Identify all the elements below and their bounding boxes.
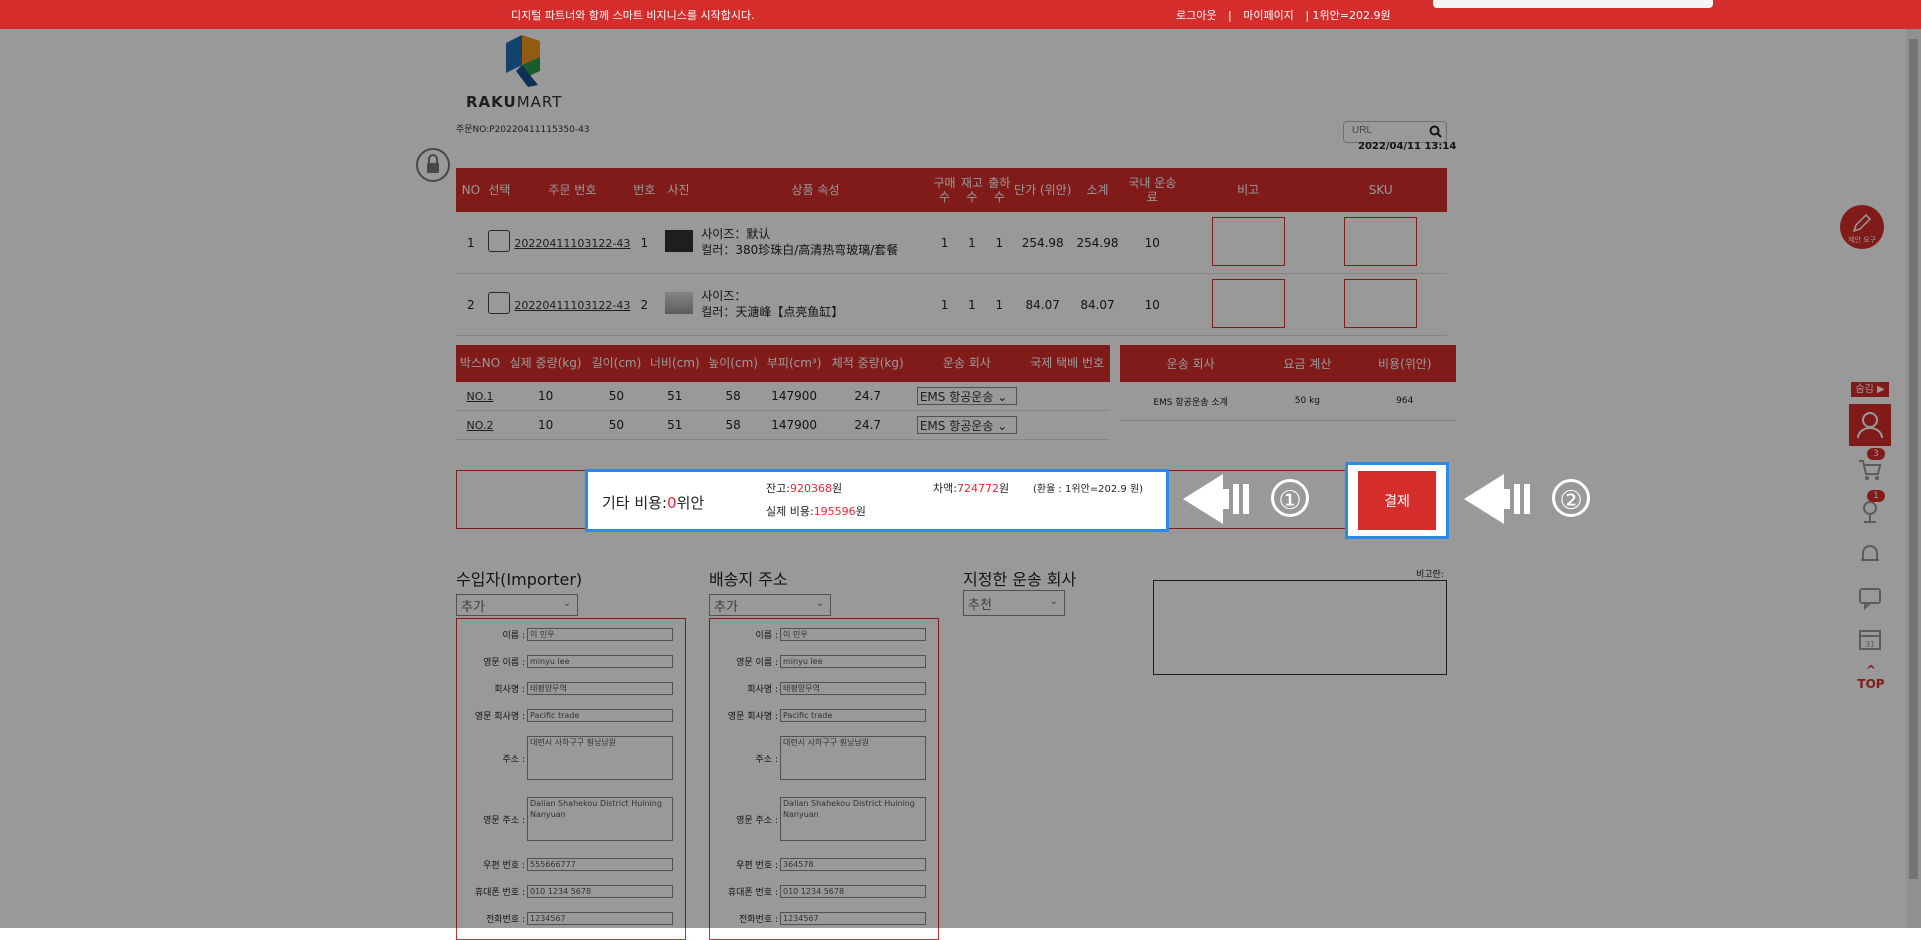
difference: 차액:724772원 (933, 482, 1010, 495)
step-1-number: ① (1271, 479, 1309, 517)
pay-button[interactable]: 결제 (1358, 471, 1436, 530)
step-2-number: ② (1552, 479, 1590, 517)
step-1-arrow: ① (1183, 464, 1313, 534)
exchange-rate: | 1위안=202.9원 (1305, 9, 1391, 22)
left-arrow-icon (1183, 474, 1249, 524)
left-arrow-icon (1464, 474, 1530, 524)
mypage-link[interactable]: 마이페이지 (1243, 9, 1294, 22)
top-links: 로그아웃 | 마이페이지 | 1위안=202.9원 (1176, 7, 1399, 23)
step-2-arrow: ② (1464, 464, 1594, 534)
actual-cost: 실제 비용:195596원 (766, 505, 866, 518)
separator: | (1227, 9, 1232, 22)
exchange-rate-note: (환율 : 1위안=202.9 원) (1033, 484, 1144, 495)
pay-button-highlight: 결제 (1345, 462, 1449, 539)
slogan: 디지털 파트너와 함께 스마트 비지니스를 시작합시다. (511, 9, 755, 22)
balance: 잔고:920368원 (766, 482, 843, 495)
top-popup (1433, 0, 1713, 8)
logout-link[interactable]: 로그아웃 (1176, 9, 1216, 22)
top-bar: 디지털 파트너와 함께 스마트 비지니스를 시작합시다. 로그아웃 | 마이페이… (0, 0, 1921, 29)
other-cost: 기타 비용:0위안 (602, 494, 705, 512)
payment-summary-highlight: 기타 비용:0위안 잔고:920368원 실제 비용:195596원 차액:72… (585, 469, 1169, 532)
